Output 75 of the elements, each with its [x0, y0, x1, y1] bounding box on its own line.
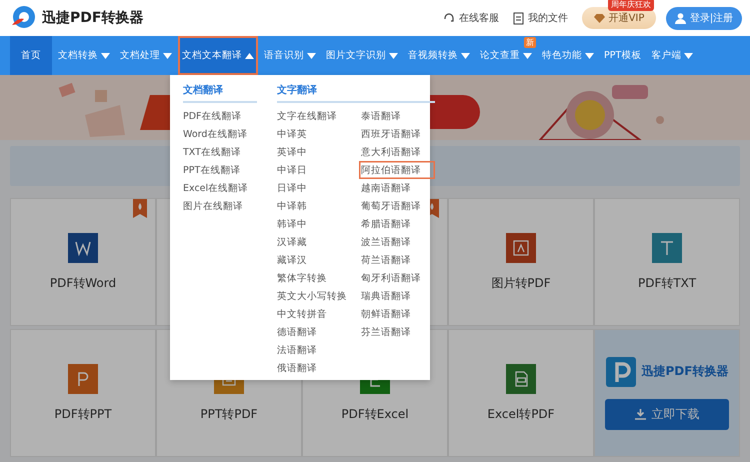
- nav-item[interactable]: 语音识别: [260, 36, 320, 75]
- download-icon: [634, 408, 646, 420]
- tool-card[interactable]: PDF转PPT: [10, 329, 156, 457]
- nav-item[interactable]: 论文查重 新: [476, 36, 536, 75]
- download-button[interactable]: 立即下载: [605, 398, 729, 430]
- menu-item[interactable]: 希腊语翻译: [359, 215, 435, 233]
- menu-item[interactable]: 英译中: [275, 143, 351, 161]
- menu-item[interactable]: 英文大小写转换: [275, 287, 351, 305]
- tool-card[interactable]: PDF转TXT: [594, 198, 740, 326]
- tool-card[interactable]: PDF转Word: [10, 198, 156, 326]
- nav-item[interactable]: 文档处理: [116, 36, 176, 75]
- menu-item[interactable]: 中译英: [275, 125, 351, 143]
- brand-name: 迅捷PDF转换器: [42, 9, 144, 27]
- new-badge: 新: [524, 37, 536, 48]
- document-icon: [513, 12, 524, 24]
- ppt-file-icon: [68, 364, 98, 394]
- nav-item[interactable]: PPT模板: [600, 36, 646, 75]
- menu-item[interactable]: 波兰语翻译: [359, 233, 435, 251]
- nav-item[interactable]: 客户端: [647, 36, 698, 75]
- tool-label: PDF转Excel: [341, 406, 409, 422]
- diamond-icon: [594, 14, 605, 22]
- menu-item[interactable]: 朝鲜语翻译: [359, 305, 435, 323]
- menu-item[interactable]: 韩译中: [275, 215, 351, 233]
- tool-label: PDF转TXT: [638, 274, 696, 292]
- menu-item[interactable]: 汉译藏: [275, 233, 351, 251]
- menu-item[interactable]: 葡萄牙语翻译: [359, 197, 435, 215]
- menu-item[interactable]: 匈牙利语翻译: [359, 269, 435, 287]
- headset-icon: [443, 12, 455, 24]
- logo-icon: [10, 5, 36, 31]
- nav-item[interactable]: 文档文本翻译: [178, 36, 258, 75]
- tool-label: 图片转PDF: [491, 274, 551, 292]
- menu-item[interactable]: 西班牙语翻译: [359, 125, 435, 143]
- tool-label: PDF转Word: [50, 274, 116, 292]
- user-icon: [674, 12, 686, 24]
- menu-item[interactable]: 意大利语翻译: [359, 143, 435, 161]
- app-name: 迅捷PDF转换器: [642, 363, 728, 380]
- menu-item[interactable]: PPT在线翻译: [181, 161, 257, 179]
- menu-item[interactable]: 阿拉伯语翻译: [359, 161, 435, 179]
- promo-badge: 周年庆狂欢: [608, 0, 654, 11]
- menu-item[interactable]: 图片在线翻译: [181, 197, 257, 215]
- tool-label: PPT转PDF: [200, 406, 258, 422]
- nav-item[interactable]: 特色功能: [538, 36, 598, 75]
- menu-item[interactable]: Word在线翻译: [181, 125, 257, 143]
- excel-pdf-file-icon: [506, 364, 536, 394]
- section-title: 文字翻译: [277, 83, 435, 103]
- menu-item[interactable]: 文字在线翻译: [275, 107, 351, 125]
- vip-button[interactable]: 开通VIP: [582, 7, 656, 29]
- menu-item[interactable]: 中译日: [275, 161, 351, 179]
- menu-item[interactable]: 藏译汉: [275, 251, 351, 269]
- tool-label: PDF转PPT: [54, 406, 112, 422]
- menu-item[interactable]: 瑞典语翻译: [359, 287, 435, 305]
- menu-item[interactable]: 中文转拼音: [275, 305, 351, 323]
- files-link[interactable]: 我的文件: [513, 11, 568, 25]
- tool-card[interactable]: Excel转PDF: [448, 329, 594, 457]
- app-logo-icon: [606, 356, 636, 386]
- section-title: 文档翻译: [183, 83, 257, 103]
- menu-item[interactable]: 日译中: [275, 179, 351, 197]
- menu-item[interactable]: 中译韩: [275, 197, 351, 215]
- menu-item[interactable]: 繁体字转换: [275, 269, 351, 287]
- word-file-icon: [68, 232, 98, 262]
- menu-item[interactable]: PDF在线翻译: [181, 107, 257, 125]
- menu-item[interactable]: 越南语翻译: [359, 179, 435, 197]
- menu-item[interactable]: Excel在线翻译: [181, 179, 257, 197]
- nav-item[interactable]: 图片文字识别: [322, 36, 402, 75]
- menu-item[interactable]: 荷兰语翻译: [359, 251, 435, 269]
- tool-card[interactable]: 图片转PDF: [448, 198, 594, 326]
- txt-file-icon: [652, 232, 682, 262]
- image-pdf-file-icon: [506, 232, 536, 262]
- nav-item[interactable]: 文档转换: [54, 36, 114, 75]
- support-link[interactable]: 在线客服: [443, 11, 499, 25]
- tool-label: Excel转PDF: [487, 406, 555, 422]
- menu-item[interactable]: TXT在线翻译: [181, 143, 257, 161]
- nav-item[interactable]: 音视频转换: [404, 36, 474, 75]
- nav-item[interactable]: 首页: [10, 36, 52, 75]
- menu-item[interactable]: 泰语翻译: [359, 107, 435, 125]
